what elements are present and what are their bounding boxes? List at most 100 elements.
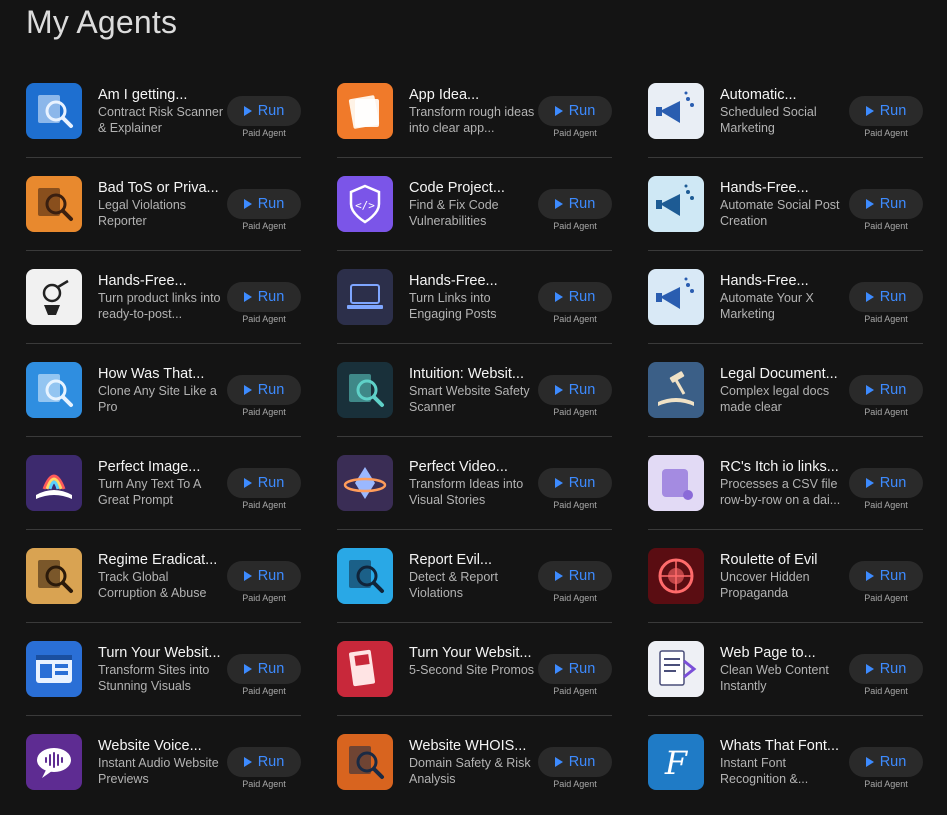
run-button[interactable]: Run — [849, 375, 923, 405]
agent-card[interactable]: Hands-Free... Turn Links into Engaging Po… — [337, 251, 612, 344]
agent-card[interactable]: Hands-Free... Turn product links into rea… — [26, 251, 301, 344]
agent-description: Turn Links into Engaging Posts — [409, 291, 497, 321]
agent-name: Bad ToS or Priva... — [98, 180, 219, 196]
run-button[interactable]: Run — [227, 654, 301, 684]
agent-name: Code Project... — [409, 180, 505, 196]
run-label: Run — [257, 754, 285, 770]
run-button[interactable]: Run — [849, 282, 923, 312]
run-button[interactable]: Run — [538, 747, 612, 777]
run-button[interactable]: Run — [849, 654, 923, 684]
run-label: Run — [257, 289, 285, 305]
agent-info: Legal Document... Complex legal docs made… — [720, 365, 848, 415]
paid-agent-label: Paid Agent — [864, 221, 908, 231]
run-button[interactable]: Run — [538, 375, 612, 405]
paid-agent-label: Paid Agent — [864, 500, 908, 510]
agent-card[interactable]: Bad ToS or Priva... Legal Violations Repo… — [26, 158, 301, 251]
play-icon — [865, 385, 874, 395]
agent-description: Smart Website Safety Scanner — [409, 384, 530, 414]
agent-info: Turn Your Websit... 5-Second Site Promos — [409, 644, 537, 678]
run-button[interactable]: Run — [538, 468, 612, 498]
agent-card[interactable]: RC's Itch io links... Processes a CSV fil… — [648, 437, 923, 530]
paid-agent-label: Paid Agent — [242, 314, 286, 324]
run-button[interactable]: Run — [227, 282, 301, 312]
code-shield-icon: </> — [337, 176, 393, 232]
run-button[interactable]: Run — [849, 96, 923, 126]
run-button[interactable]: Run — [227, 96, 301, 126]
agent-card[interactable]: Perfect Image... Turn Any Text To A Great… — [26, 437, 301, 530]
play-icon — [554, 292, 563, 302]
run-button[interactable]: Run — [227, 189, 301, 219]
paid-agent-label: Paid Agent — [864, 779, 908, 789]
run-button[interactable]: Run — [849, 189, 923, 219]
magnifier-map-icon — [26, 548, 82, 604]
agent-name: Intuition: Websit... — [409, 366, 524, 382]
paid-agent-label: Paid Agent — [553, 128, 597, 138]
run-button[interactable]: Run — [227, 468, 301, 498]
agent-name: Hands-Free... — [98, 273, 187, 289]
agent-card[interactable]: Turn Your Websit... Transform Sites into … — [26, 623, 301, 716]
run-button[interactable]: Run — [227, 747, 301, 777]
agent-description: Domain Safety & Risk Analysis — [409, 756, 531, 786]
play-icon — [554, 664, 563, 674]
run-label: Run — [568, 382, 596, 398]
paid-agent-label: Paid Agent — [864, 407, 908, 417]
agent-info: Regime Eradicat... Track Global Corruptio… — [98, 551, 226, 601]
run-button[interactable]: Run — [227, 375, 301, 405]
agent-name: Perfect Video... — [409, 459, 508, 475]
agent-info: Turn Your Websit... Transform Sites into … — [98, 644, 226, 694]
run-button[interactable]: Run — [849, 747, 923, 777]
run-button[interactable]: Run — [538, 654, 612, 684]
agent-card[interactable]: Regime Eradicat... Track Global Corruptio… — [26, 530, 301, 623]
agent-name: App Idea... — [409, 87, 480, 103]
agent-card[interactable]: Hands-Free... Automate Your X Marketing Ru… — [648, 251, 923, 344]
paid-agent-label: Paid Agent — [864, 128, 908, 138]
run-button[interactable]: Run — [538, 96, 612, 126]
run-button[interactable]: Run — [849, 468, 923, 498]
play-icon — [554, 478, 563, 488]
svg-text:F: F — [664, 744, 689, 782]
run-button[interactable]: Run — [849, 561, 923, 591]
agent-card[interactable]: Am I getting... Contract Risk Scanner & E… — [26, 65, 301, 158]
agent-card[interactable]: Perfect Video... Transform Ideas into Vis… — [337, 437, 612, 530]
contract-scanner-icon — [26, 83, 82, 139]
run-label: Run — [257, 382, 285, 398]
play-icon — [865, 292, 874, 302]
agent-card[interactable]: Web Page to... Clean Web Content Instantl… — [648, 623, 923, 716]
agent-card[interactable]: F Whats That Font... Instant Font Recognit… — [648, 716, 923, 809]
agent-card[interactable]: Turn Your Websit... 5-Second Site Promos R… — [337, 623, 612, 716]
voice-bubble-icon — [26, 734, 82, 790]
run-button[interactable]: Run — [227, 561, 301, 591]
agent-info: Web Page to... Clean Web Content Instantl… — [720, 644, 848, 694]
agent-name: Turn Your Websit... — [98, 645, 221, 661]
megaphone-icon — [648, 269, 704, 325]
agent-card[interactable]: Website WHOIS... Domain Safety & Risk Ana… — [337, 716, 612, 809]
clone-magnifier-icon — [26, 362, 82, 418]
run-label: Run — [879, 382, 907, 398]
agent-description: Automate Social Post Creation — [720, 198, 840, 228]
agent-card[interactable]: Legal Document... Complex legal docs made… — [648, 344, 923, 437]
font-letter-icon: F — [648, 734, 704, 790]
agent-card[interactable]: App Idea... Transform rough ideas into cl… — [337, 65, 612, 158]
agent-card[interactable]: Website Voice... Instant Audio Website Pr… — [26, 716, 301, 809]
agent-card[interactable]: Intuition: Websit... Smart Website Safety… — [337, 344, 612, 437]
film-strip-icon — [337, 641, 393, 697]
agent-info: Perfect Image... Turn Any Text To A Great… — [98, 458, 226, 508]
run-button[interactable]: Run — [538, 561, 612, 591]
play-icon — [243, 292, 252, 302]
paid-agent-label: Paid Agent — [242, 500, 286, 510]
run-label: Run — [879, 568, 907, 584]
agent-card[interactable]: Hands-Free... Automate Social Post Creati… — [648, 158, 923, 251]
papers-icon — [337, 83, 393, 139]
paid-agent-label: Paid Agent — [553, 314, 597, 324]
agent-card[interactable]: Report Evil... Detect & Report Violations… — [337, 530, 612, 623]
run-button[interactable]: Run — [538, 189, 612, 219]
agent-card[interactable]: </> Code Project... Find & Fix Code Vulner… — [337, 158, 612, 251]
agent-card[interactable]: How Was That... Clone Any Site Like a Pro… — [26, 344, 301, 437]
agent-name: Web Page to... — [720, 645, 816, 661]
page-title: My Agents — [26, 4, 178, 40]
agent-card[interactable]: Automatic... Scheduled Social Marketing Ru… — [648, 65, 923, 158]
paid-agent-label: Paid Agent — [553, 221, 597, 231]
agent-info: Report Evil... Detect & Report Violations — [409, 551, 537, 601]
agent-card[interactable]: Roulette of Evil Uncover Hidden Propagand… — [648, 530, 923, 623]
run-button[interactable]: Run — [538, 282, 612, 312]
